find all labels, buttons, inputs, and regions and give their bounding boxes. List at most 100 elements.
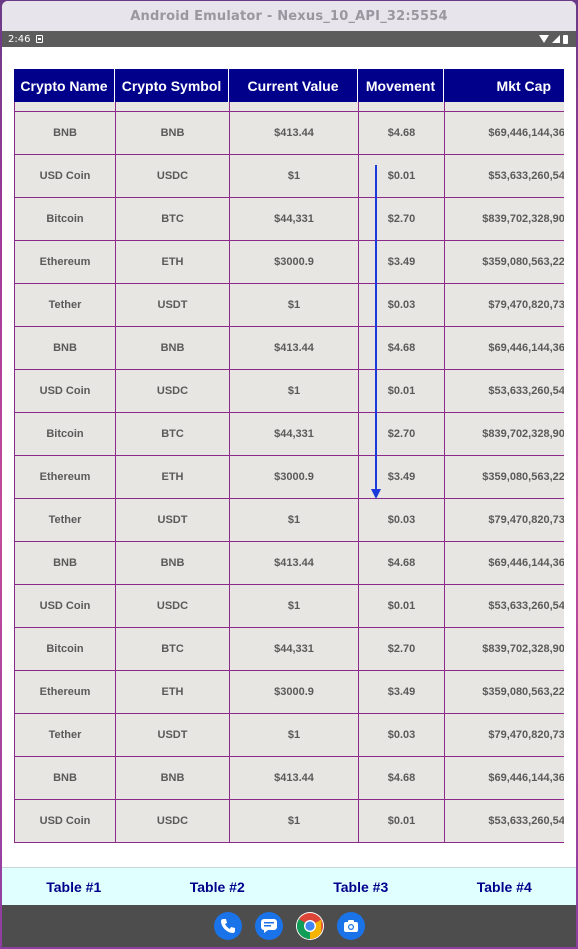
scroll-down-arrow-icon: [371, 165, 381, 499]
battery-icon: [563, 34, 568, 44]
cell-current-value: $44,331: [229, 413, 358, 455]
tab-table-2[interactable]: Table #2: [146, 879, 290, 895]
cell-movement: $0.01: [358, 800, 444, 842]
column-header-crypto-symbol[interactable]: Crypto Symbol: [115, 69, 229, 102]
table-row[interactable]: Ethereum ETH $3000.9 $3.49 $359,080,563,225: [14, 241, 564, 284]
cell-movement: $0.03: [358, 499, 444, 541]
table-row[interactable]: Ethereum ETH $3000.9 $3.49 $359,080,563,225: [14, 671, 564, 714]
tab-table-4[interactable]: Table #4: [433, 879, 577, 895]
table-row[interactable]: Bitcoin BTC $44,331 $2.70 $839,702,328,904: [14, 413, 564, 456]
cell-crypto-symbol: ETH: [115, 456, 229, 498]
cell-movement: $4.68: [358, 757, 444, 799]
cell-crypto-name: BNB: [14, 542, 115, 584]
cell-current-value: $44,331: [229, 628, 358, 670]
table-row[interactable]: BNB BNB $413.44 $4.68 $69,446,144,361: [14, 757, 564, 800]
table-row[interactable]: USD Coin USDC $1 $0.01 $53,633,260,549: [14, 585, 564, 628]
column-header-crypto-name[interactable]: Crypto Name: [14, 69, 115, 102]
table-row[interactable]: TetherUSDT$1$0.03$79,470,820,738: [14, 284, 564, 327]
cell-current-value: $1: [229, 370, 358, 412]
table-row[interactable]: USD Coin USDC $1 $0.01 $53,633,260,549: [14, 155, 564, 198]
column-header-mkt-cap[interactable]: Mkt Cap: [444, 69, 564, 102]
cell-mkt-cap: $839,702,328,904: [444, 198, 564, 240]
cell-crypto-symbol: USDT: [115, 714, 229, 756]
cell-crypto-name: Ethereum: [14, 671, 115, 713]
cell-mkt-cap: $79,470,820,738: [444, 714, 564, 756]
cell-mkt-cap: $359,080,563,225: [444, 671, 564, 713]
tab-table-3[interactable]: Table #3: [289, 879, 433, 895]
cell-crypto-name: Tether: [14, 284, 115, 326]
table-row[interactable]: TetherUSDT$1$0.03$79,470,820,738: [14, 499, 564, 542]
cell-movement: $0.01: [358, 585, 444, 627]
cell-movement: $4.68: [358, 542, 444, 584]
cell-movement: $2.70: [358, 628, 444, 670]
cell-crypto-symbol: USDT: [115, 284, 229, 326]
android-status-bar: 2:46: [2, 31, 576, 47]
camera-icon[interactable]: [336, 912, 365, 940]
app-content: Crypto Name Crypto Symbol Current Value …: [2, 47, 576, 867]
cell-crypto-symbol: BNB: [115, 112, 229, 154]
cell-mkt-cap: $79,470,820,738: [444, 499, 564, 541]
cell-crypto-symbol: ETH: [115, 241, 229, 283]
android-dock: [2, 905, 576, 947]
cell-current-value: $413.44: [229, 112, 358, 154]
column-header-movement[interactable]: Movement: [358, 69, 444, 102]
cell-current-value: $1: [229, 155, 358, 197]
crypto-table[interactable]: Crypto Name Crypto Symbol Current Value …: [14, 69, 564, 856]
cell-current-value: $413.44: [229, 542, 358, 584]
messages-icon[interactable]: [254, 912, 283, 940]
cell-crypto-symbol: USDC: [115, 585, 229, 627]
cell-crypto-name: USD Coin: [14, 800, 115, 842]
table-row[interactable]: BNB BNB $413.44 $4.68 $69,446,144,361: [14, 542, 564, 585]
cell-crypto-name: Bitcoin: [14, 413, 115, 455]
cell-crypto-name: Bitcoin: [14, 628, 115, 670]
chrome-icon[interactable]: [295, 912, 324, 940]
table-row[interactable]: Bitcoin BTC $44,331 $2.70 $839,702,328,904: [14, 198, 564, 241]
column-header-current-value[interactable]: Current Value: [229, 69, 358, 102]
cell-current-value: $44,331: [229, 198, 358, 240]
cell-crypto-name: USD Coin: [14, 585, 115, 627]
cell-crypto-symbol: USDT: [115, 499, 229, 541]
cell-crypto-symbol: BTC: [115, 198, 229, 240]
cell-mkt-cap: $69,446,144,361: [444, 757, 564, 799]
cell-crypto-symbol: BNB: [115, 757, 229, 799]
table-row[interactable]: BNB BNB $413.44 $4.68 $69,446,144,361: [14, 112, 564, 155]
cell-movement: $4.68: [358, 112, 444, 154]
cell-movement: $3.49: [358, 671, 444, 713]
cell-crypto-symbol: USDC: [115, 800, 229, 842]
cell-crypto-name: Bitcoin: [14, 198, 115, 240]
cell-current-value: $413.44: [229, 757, 358, 799]
table-header-row: Crypto Name Crypto Symbol Current Value …: [14, 69, 564, 102]
cell-current-value: $1: [229, 714, 358, 756]
cell-mkt-cap: $79,470,820,738: [444, 284, 564, 326]
message-bubble-icon: [260, 919, 277, 933]
cell-current-value: $413.44: [229, 327, 358, 369]
cell-crypto-name: Tether: [14, 714, 115, 756]
table-body[interactable]: TetherUSDT$1$0.03$79,470,820,738BNBBNB$4…: [14, 77, 564, 843]
cell-signal-icon: [552, 35, 560, 43]
cell-crypto-name: Ethereum: [14, 241, 115, 283]
cell-mkt-cap: $53,633,260,549: [444, 155, 564, 197]
cell-crypto-symbol: BNB: [115, 327, 229, 369]
cell-current-value: $3000.9: [229, 671, 358, 713]
table-row[interactable]: Ethereum ETH $3000.9 $3.49 $359,080,563,225: [14, 456, 564, 499]
table-row[interactable]: TetherUSDT$1$0.03$79,470,820,738: [14, 714, 564, 757]
wifi-icon: [539, 35, 549, 43]
cell-crypto-name: BNB: [14, 757, 115, 799]
table-row[interactable]: Bitcoin BTC $44,331 $2.70 $839,702,328,904: [14, 628, 564, 671]
cell-mkt-cap: $69,446,144,361: [444, 112, 564, 154]
cell-mkt-cap: $53,633,260,549: [444, 370, 564, 412]
cell-current-value: $3000.9: [229, 456, 358, 498]
table-row[interactable]: BNB BNB $413.44 $4.68 $69,446,144,361: [14, 327, 564, 370]
phone-icon[interactable]: [213, 912, 242, 940]
table-row[interactable]: USD Coin USDC $1 $0.01 $53,633,260,549: [14, 800, 564, 843]
cell-current-value: $1: [229, 499, 358, 541]
cell-crypto-name: USD Coin: [14, 155, 115, 197]
bottom-tab-bar: Table #1 Table #2 Table #3 Table #4: [2, 867, 576, 906]
cell-crypto-symbol: ETH: [115, 671, 229, 713]
tab-table-1[interactable]: Table #1: [2, 879, 146, 895]
cell-current-value: $1: [229, 284, 358, 326]
cell-crypto-symbol: USDC: [115, 370, 229, 412]
cell-crypto-name: BNB: [14, 327, 115, 369]
table-row[interactable]: USD Coin USDC $1 $0.01 $53,633,260,549: [14, 370, 564, 413]
cell-mkt-cap: $839,702,328,904: [444, 628, 564, 670]
